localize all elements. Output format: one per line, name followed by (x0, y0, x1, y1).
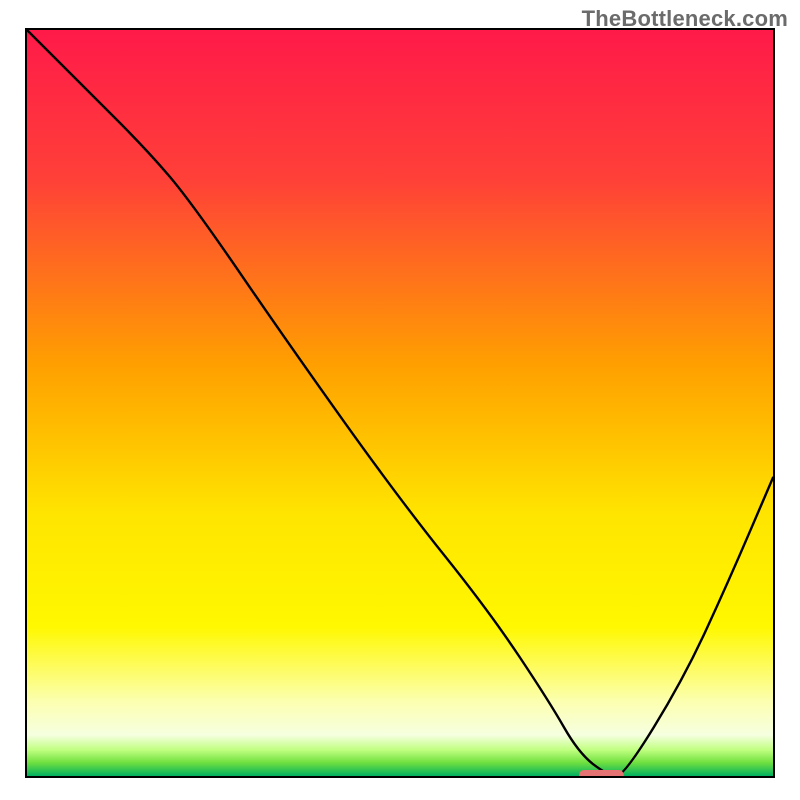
optimal-marker (27, 30, 773, 776)
chart-container: TheBottleneck.com (0, 0, 800, 800)
watermark-label: TheBottleneck.com (582, 6, 788, 32)
plot-area (25, 28, 775, 778)
